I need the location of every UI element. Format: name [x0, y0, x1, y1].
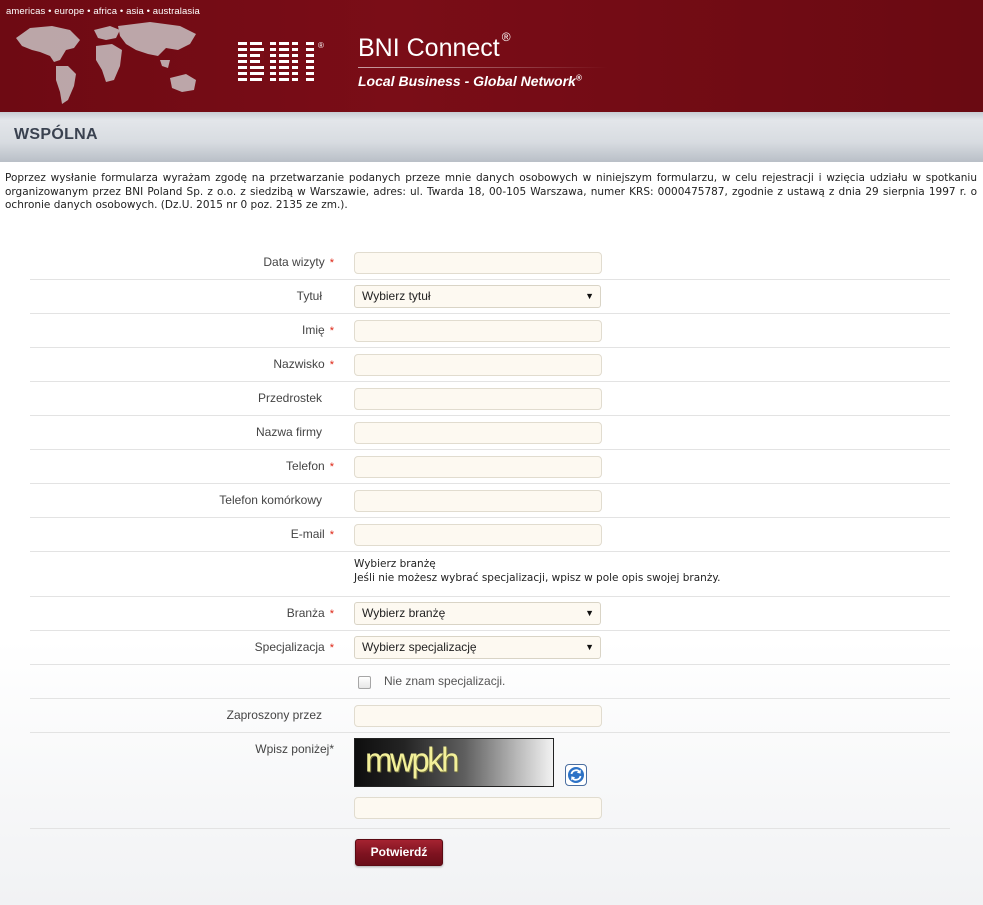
captcha-label: Wpisz poniżej [255, 742, 330, 756]
section-bar: WSPÓLNA [0, 112, 983, 162]
specialization-select[interactable]: Wybierz specjalizację ▼ [354, 636, 601, 659]
title-label: Tytuł [296, 289, 322, 303]
industry-label: Branża [286, 606, 325, 620]
header-banner: americas • europe • africa • asia • aust… [0, 0, 983, 112]
specialization-row: Specjalizacja * Wybierz specjalizację ▼ [30, 631, 950, 665]
brand-divider [358, 67, 608, 68]
phone-label: Telefon [286, 459, 325, 473]
first-name-row: Imię * [30, 314, 950, 348]
title-select[interactable]: Wybierz tytuł ▼ [354, 285, 601, 308]
title-select-value: Wybierz tytuł [362, 289, 431, 303]
visit-date-row: Data wizyty * [30, 246, 950, 280]
registration-form: Data wizyty * Tytuł Wybierz tytuł ▼ Imię * … [30, 246, 950, 879]
unknown-specialization-label[interactable]: Nie znam specjalizacji. [384, 674, 505, 688]
bni-logo: ® [238, 41, 324, 81]
required-mark: * [329, 529, 334, 541]
submit-button[interactable]: Potwierdź [355, 839, 443, 866]
last-name-input[interactable] [354, 354, 602, 376]
specialization-label: Specjalizacja [254, 640, 325, 654]
section-title: WSPÓLNA [14, 126, 98, 143]
world-map-icon [16, 22, 196, 104]
email-label: E-mail [290, 527, 325, 541]
phone-row: Telefon * [30, 450, 950, 484]
industry-select-value: Wybierz branżę [362, 606, 446, 620]
invited-by-label: Zaproszony przez [226, 708, 322, 722]
captcha-row: Wpisz poniżej* mwpkh [30, 733, 950, 829]
invited-by-input[interactable] [354, 705, 602, 727]
visit-date-input[interactable] [354, 252, 602, 274]
phone-input[interactable] [354, 456, 602, 478]
first-name-label: Imię [302, 323, 325, 337]
dropdown-arrow-icon: ▼ [585, 642, 594, 652]
consent-text: Poprzez wysłanie formularza wyrażam zgod… [5, 172, 977, 211]
unknown-specialization-row: Nie znam specjalizacji. [30, 665, 950, 699]
invited-by-row: Zaproszony przez [30, 699, 950, 733]
brand-subtitle: Local Business - Global Network® [358, 73, 582, 89]
required-mark: * [329, 359, 334, 371]
dropdown-arrow-icon: ▼ [585, 608, 594, 618]
industry-info-heading: Wybierz branżę [354, 558, 436, 570]
captcha-image-text: mwpkh [365, 740, 460, 779]
email-row: E-mail * [30, 518, 950, 552]
mobile-input[interactable] [354, 490, 602, 512]
required-mark: * [329, 461, 334, 473]
company-input[interactable] [354, 422, 602, 444]
unknown-specialization-checkbox[interactable] [358, 676, 371, 689]
industry-info: Wybierz branżę Jeśli nie możesz wybrać s… [30, 552, 950, 597]
brand-title: BNI Connect ® [358, 29, 511, 62]
last-name-label: Nazwisko [273, 357, 325, 371]
company-row: Nazwa firmy [30, 416, 950, 450]
required-mark: * [329, 257, 334, 269]
submit-row: Potwierdź [30, 829, 950, 879]
title-row: Tytuł Wybierz tytuł ▼ [30, 280, 950, 314]
industry-info-hint: Jeśli nie możesz wybrać specjalizacji, w… [354, 572, 721, 584]
captcha-image: mwpkh [354, 738, 554, 787]
last-name-row: Nazwisko * [30, 348, 950, 382]
prefix-input[interactable] [354, 388, 602, 410]
visit-date-label: Data wizyty [263, 255, 325, 269]
refresh-captcha-icon[interactable] [565, 764, 587, 786]
prefix-row: Przedrostek [30, 382, 950, 416]
required-mark: * [329, 325, 334, 337]
mobile-label: Telefon komórkowy [219, 493, 322, 507]
captcha-input[interactable] [354, 797, 602, 819]
required-mark: * [329, 742, 334, 756]
first-name-input[interactable] [354, 320, 602, 342]
industry-row: Branża * Wybierz branżę ▼ [30, 597, 950, 631]
mobile-row: Telefon komórkowy [30, 484, 950, 518]
industry-select[interactable]: Wybierz branżę ▼ [354, 602, 601, 625]
email-input[interactable] [354, 524, 602, 546]
dropdown-arrow-icon: ▼ [585, 291, 594, 301]
required-mark: * [329, 642, 334, 654]
svg-text:®: ® [318, 41, 324, 50]
company-label: Nazwa firmy [255, 425, 322, 439]
required-mark: * [329, 608, 334, 620]
prefix-label: Przedrostek [257, 391, 322, 405]
specialization-select-value: Wybierz specjalizację [362, 640, 477, 654]
